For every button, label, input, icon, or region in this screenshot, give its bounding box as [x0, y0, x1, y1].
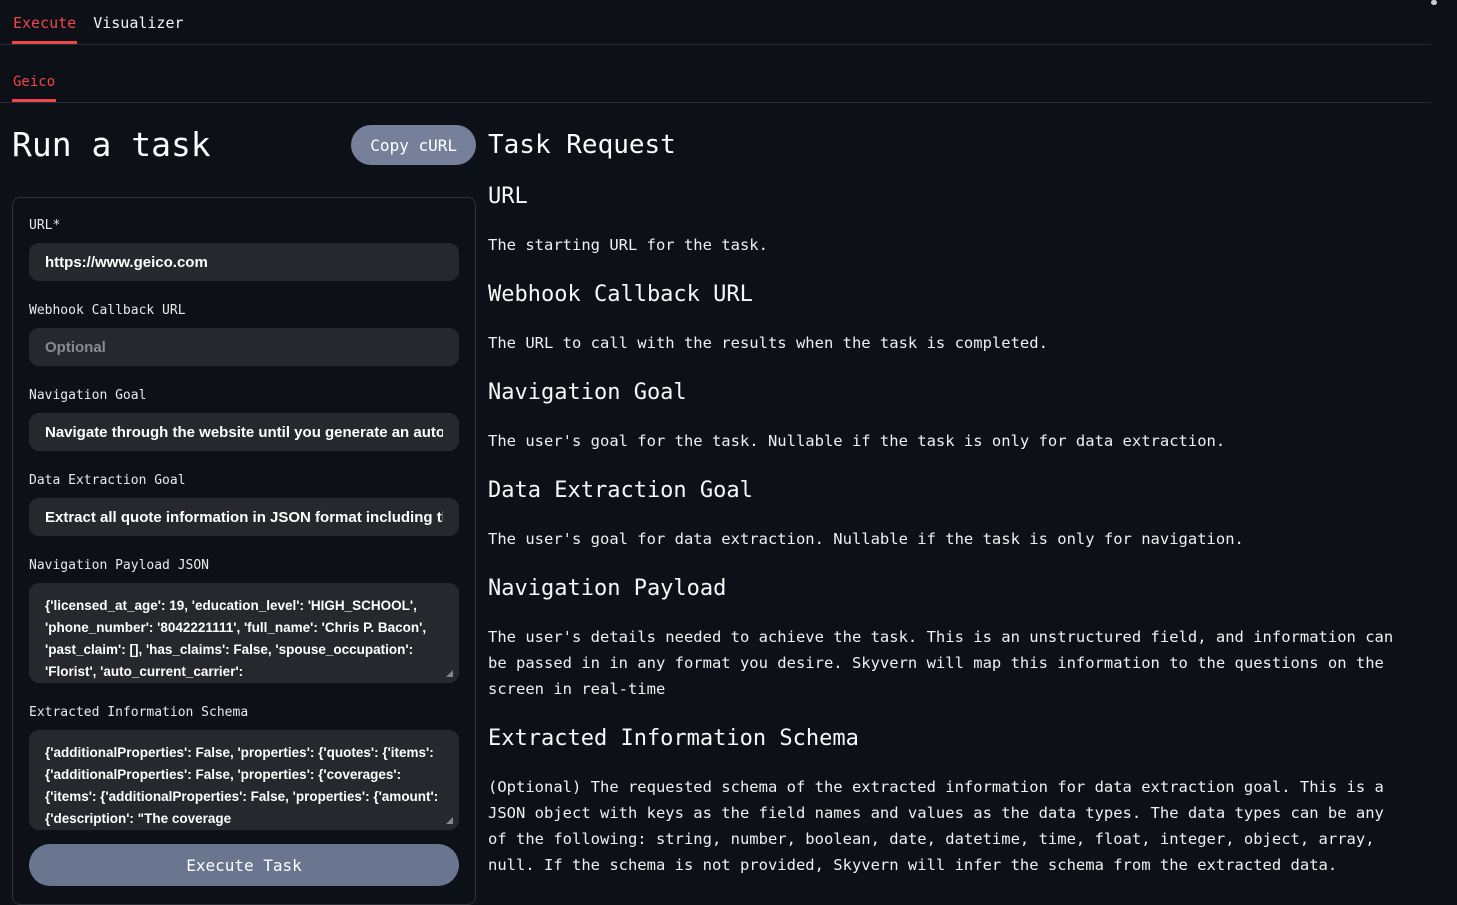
- data-extraction-goal-input[interactable]: [29, 498, 459, 536]
- doc-heading-data-extraction-goal: Data Extraction Goal: [488, 477, 1432, 505]
- sub-tab-bar: Geico: [0, 45, 1431, 103]
- url-field-group: URL*: [29, 218, 459, 281]
- doc-body-navigation-payload: The user's details needed to achieve the…: [488, 624, 1432, 702]
- doc-body-navigation-goal: The user's goal for the task. Nullable i…: [488, 428, 1432, 454]
- data-extraction-goal-field-group: Data Extraction Goal: [29, 473, 459, 536]
- main-content: Run a task Copy cURL URL* Webhook Callba…: [0, 103, 1457, 905]
- doc-heading-navigation-goal: Navigation Goal: [488, 379, 1432, 407]
- navigation-goal-label: Navigation Goal: [29, 388, 459, 404]
- copy-curl-button[interactable]: Copy cURL: [351, 125, 476, 165]
- url-input[interactable]: [29, 243, 459, 281]
- doc-heading-extracted-schema: Extracted Information Schema: [488, 725, 1432, 753]
- webhook-field-group: Webhook Callback URL: [29, 303, 459, 366]
- doc-heading-url: URL: [488, 183, 1432, 211]
- navigation-payload-field-group: Navigation Payload JSON {'licensed_at_ag…: [29, 558, 459, 683]
- doc-body-url: The starting URL for the task.: [488, 232, 1432, 258]
- navigation-goal-input[interactable]: [29, 413, 459, 451]
- textarea-resize-handle[interactable]: [446, 817, 453, 824]
- run-task-title: Run a task: [12, 125, 211, 165]
- doc-heading-webhook: Webhook Callback URL: [488, 281, 1432, 309]
- navigation-payload-textarea[interactable]: {'licensed_at_age': 19, 'education_level…: [29, 583, 459, 683]
- doc-heading-navigation-payload: Navigation Payload: [488, 575, 1432, 603]
- run-task-panel: Run a task Copy cURL URL* Webhook Callba…: [12, 103, 476, 905]
- textarea-resize-handle[interactable]: [446, 670, 453, 677]
- top-tab-bar: Execute Visualizer: [0, 0, 1431, 45]
- scrollbar-thumb[interactable]: [1431, 0, 1437, 5]
- run-task-header: Run a task Copy cURL: [12, 121, 476, 169]
- tab-execute[interactable]: Execute: [12, 0, 77, 44]
- extracted-schema-textarea[interactable]: {'additionalProperties': False, 'propert…: [29, 730, 459, 830]
- tab-geico[interactable]: Geico: [12, 45, 56, 102]
- extracted-schema-label: Extracted Information Schema: [29, 705, 459, 721]
- extracted-schema-field-group: Extracted Information Schema {'additiona…: [29, 705, 459, 830]
- doc-body-webhook: The URL to call with the results when th…: [488, 330, 1432, 356]
- webhook-label: Webhook Callback URL: [29, 303, 459, 319]
- data-extraction-goal-label: Data Extraction Goal: [29, 473, 459, 489]
- doc-body-data-extraction-goal: The user's goal for data extraction. Nul…: [488, 526, 1432, 552]
- navigation-goal-field-group: Navigation Goal: [29, 388, 459, 451]
- webhook-input[interactable]: [29, 328, 459, 366]
- navigation-payload-label: Navigation Payload JSON: [29, 558, 459, 574]
- task-request-panel: Task Request URL The starting URL for th…: [488, 103, 1432, 905]
- task-form-card: URL* Webhook Callback URL Navigation Goa…: [12, 197, 476, 905]
- doc-body-extracted-schema: (Optional) The requested schema of the e…: [488, 774, 1432, 878]
- url-label: URL*: [29, 218, 459, 234]
- execute-task-button[interactable]: Execute Task: [29, 844, 459, 886]
- task-request-title: Task Request: [488, 130, 1432, 160]
- tab-visualizer[interactable]: Visualizer: [92, 0, 184, 44]
